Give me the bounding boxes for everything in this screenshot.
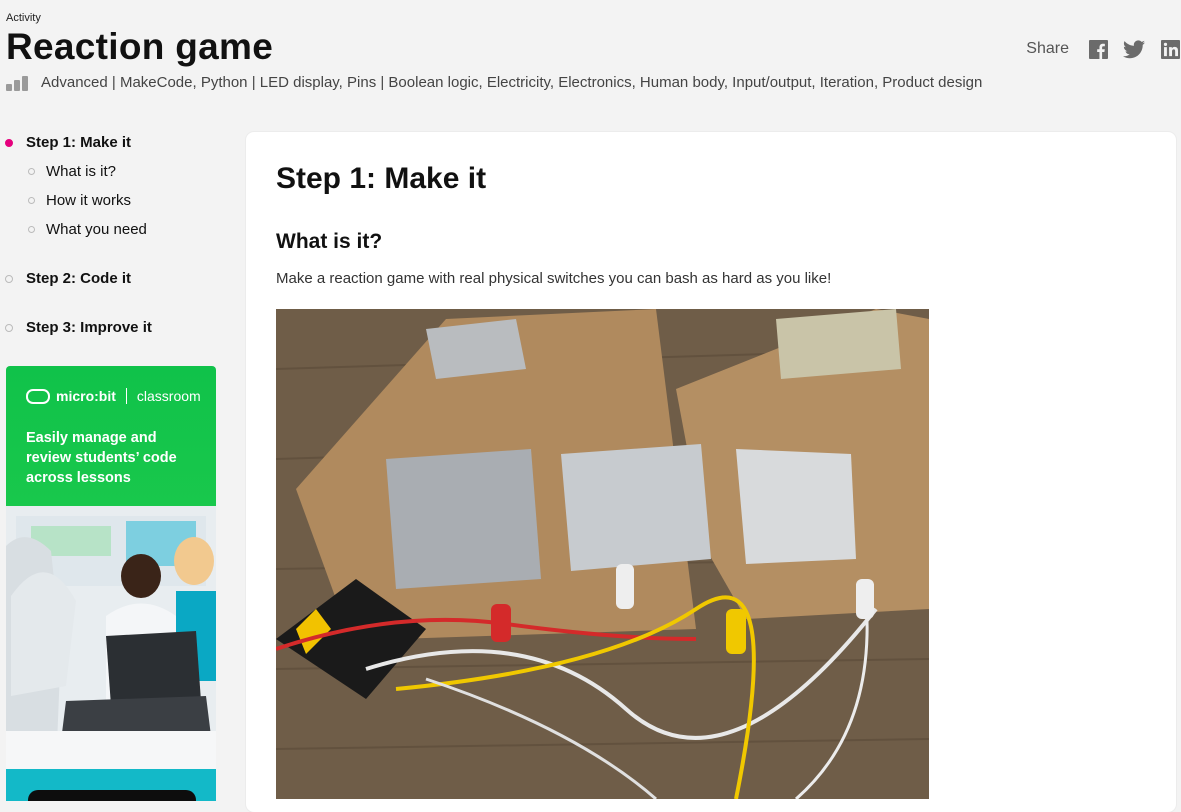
nav-step-label: Step 2: Code it: [26, 270, 132, 287]
step-content-card: Step 1: Make it What is it? Make a react…: [246, 132, 1176, 812]
nav-sub-what-you-need[interactable]: What you need: [28, 221, 147, 238]
nav-sub-label: How it works: [46, 192, 132, 209]
microbit-logo-icon: [26, 388, 50, 404]
logo-divider: [125, 388, 127, 404]
promo-footer: [6, 769, 216, 801]
step-dot-icon: [5, 275, 13, 283]
classroom-photo: [6, 506, 216, 769]
facebook-icon[interactable]: [1087, 38, 1109, 60]
bullet-icon: [28, 197, 35, 204]
activity-tags: Advanced | MakeCode, Python | LED displa…: [41, 74, 983, 91]
nav-sub-label: What you need: [46, 221, 147, 238]
section-title: What is it?: [276, 230, 383, 253]
active-step-dot-icon: [5, 139, 13, 147]
activity-eyebrow: Activity: [6, 12, 41, 24]
share-label: Share: [1026, 40, 1069, 57]
reaction-game-photo: [276, 309, 929, 799]
nav-sub-what-is-it[interactable]: What is it?: [28, 163, 117, 180]
intro-paragraph: Make a reaction game with real physical …: [276, 270, 832, 287]
share-bar: Share: [1026, 38, 1181, 60]
step-title: Step 1: Make it: [276, 162, 487, 195]
bullet-icon: [28, 226, 35, 233]
nav-sub-label: What is it?: [46, 163, 117, 180]
nav-step-label: Step 1: Make it: [26, 134, 132, 151]
bullet-icon: [28, 168, 35, 175]
promo-cta-button[interactable]: [28, 790, 196, 801]
promo-text: Easily manage and review students’ code …: [26, 430, 177, 486]
nav-sub-how-it-works[interactable]: How it works: [28, 192, 132, 209]
page-title: Reaction game: [6, 26, 274, 67]
difficulty-bars-icon: [6, 75, 32, 91]
twitter-icon[interactable]: [1123, 38, 1145, 60]
activity-meta: Advanced | MakeCode, Python | LED displa…: [6, 74, 982, 91]
classroom-promo[interactable]: micro:bit classroom Easily manage and re…: [6, 366, 216, 801]
logo-classroom-text: classroom: [136, 388, 201, 404]
nav-step-label: Step 3: Improve it: [26, 319, 152, 336]
logo-microbit-text: micro:bit: [56, 388, 116, 404]
step-dot-icon: [5, 324, 13, 332]
linkedin-icon[interactable]: [1159, 38, 1181, 60]
microbit-classroom-logo: micro:bit classroom: [26, 388, 201, 404]
